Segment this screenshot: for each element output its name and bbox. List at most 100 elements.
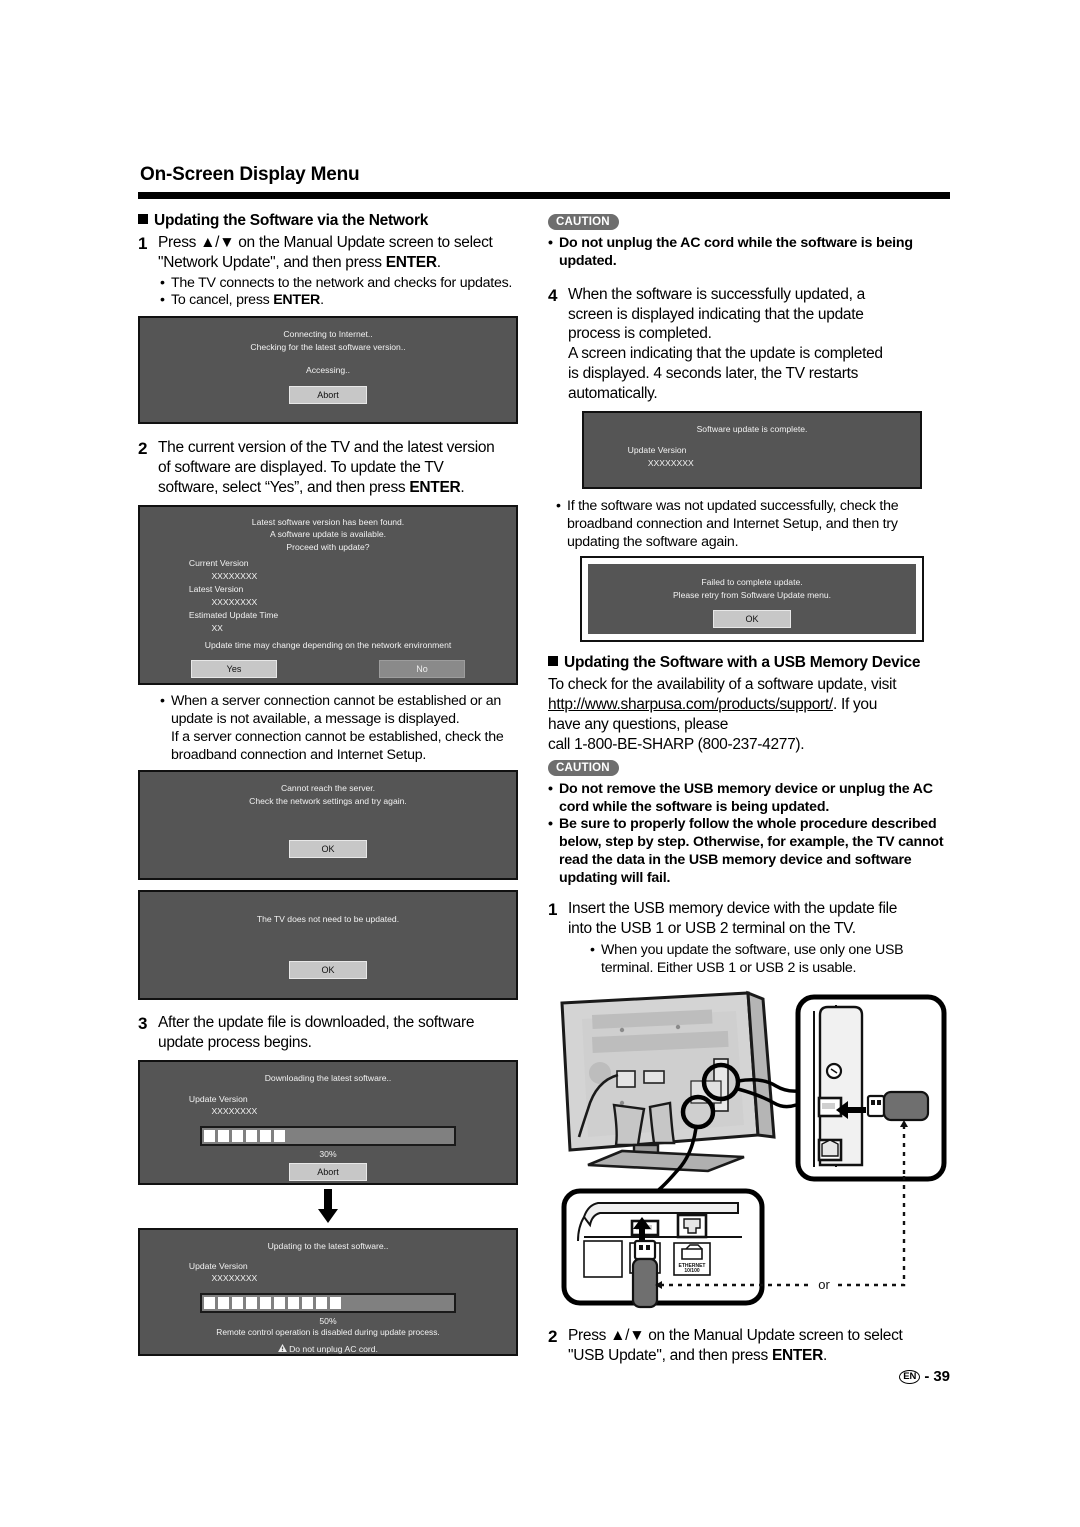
caution-text: Be sure to properly follow the whole pro… xyxy=(559,816,944,887)
update-percent-label: 50% xyxy=(319,1316,337,1327)
step-3-text: After the update file is downloaded, the… xyxy=(158,1013,474,1053)
square-bullet-icon xyxy=(548,656,558,667)
osd-downloading-line1: Downloading the latest software.. xyxy=(264,1073,392,1084)
step-1-text: Press ▲/▼ on the Manual Update screen to… xyxy=(158,233,493,273)
bullet-dot-icon: • xyxy=(556,497,561,514)
update-progress-bar xyxy=(200,1293,456,1314)
bullet-text: When a server connection cannot be estab… xyxy=(171,692,504,763)
step-2-line3-c: . xyxy=(460,479,465,496)
step-4: 4 When the software is successfully upda… xyxy=(548,285,950,404)
caution-badge: CAUTION xyxy=(548,759,619,776)
osd-connecting-line1: Connecting to Internet.. xyxy=(283,329,373,340)
page-number: 39 xyxy=(933,1368,950,1385)
step-1-line2-c: . xyxy=(436,253,441,271)
osd-label-estimated-time: Estimated Update Time xyxy=(188,609,279,620)
usb-step-1-bullets: • When you update the software, use only… xyxy=(590,942,950,978)
download-progress-bar xyxy=(200,1126,456,1147)
abort-button[interactable]: Abort xyxy=(289,1163,367,1182)
progress-block xyxy=(218,1297,230,1310)
osd-found-line2: A software update is available. xyxy=(269,529,387,540)
osd-updating-note: Remote control operation is disabled dur… xyxy=(216,1327,440,1338)
osd-dialog-update-complete: Software update is complete. Update Vers… xyxy=(582,410,922,489)
osd-no-update-line1: The TV does not need to be updated. xyxy=(256,914,400,925)
osd-updating-line1: Updating to the latest software.. xyxy=(267,1241,389,1252)
abort-button[interactable]: Abort xyxy=(289,385,367,404)
up-down-arrows-icon: ▲/▼ xyxy=(610,1327,645,1345)
list-item: • Be sure to properly follow the whole p… xyxy=(548,816,950,888)
step-1-line1-a: Press xyxy=(158,233,201,251)
osd-cannot-reach-line2: Check the network settings and try again… xyxy=(249,795,407,806)
enter-key-label: ENTER xyxy=(409,479,461,496)
page-footer: EN - 39 xyxy=(899,1368,950,1385)
failed-bullet: • If the software was not updated succes… xyxy=(556,498,950,552)
step-2-line2: of software are displayed. To update the… xyxy=(158,459,444,477)
osd-value-latest-version: XXXXXXXX xyxy=(211,596,258,607)
list-item: • Do not remove the USB memory device or… xyxy=(548,781,950,817)
usb-step-1: 1 Insert the USB memory device with the … xyxy=(548,899,950,939)
step-1-number: 1 xyxy=(138,233,148,253)
server-bullet: • When a server connection cannot be est… xyxy=(160,693,518,765)
support-url-link[interactable]: http://www.sharpusa.com/products/support… xyxy=(548,696,833,713)
step-3-number: 3 xyxy=(138,1014,148,1034)
bullet-dot-icon: • xyxy=(548,816,553,833)
osd-complete-line1: Software update is complete. xyxy=(696,423,808,434)
osd-value-update-version: XXXXXXXX xyxy=(211,1106,258,1117)
osd-connecting-line2: Checking for the latest software version… xyxy=(250,341,406,352)
ok-button[interactable]: OK xyxy=(713,610,791,629)
progress-block xyxy=(274,1297,286,1310)
right-column: CAUTION • Do not unplug the AC cord whil… xyxy=(548,212,950,1366)
osd-value-current-version: XXXXXXXX xyxy=(211,571,258,582)
warning-triangle-icon xyxy=(278,1344,288,1354)
step-2-line3-a: software, select “Yes”, and then press xyxy=(158,479,410,496)
enter-key-label: ENTER xyxy=(385,253,437,271)
step-2-line1: The current version of the TV and the la… xyxy=(158,439,495,457)
osd-found-line3: Proceed with update? xyxy=(286,541,370,552)
step-1-line2-a: "Network Update", and then press xyxy=(158,253,386,271)
progress-block xyxy=(260,1297,272,1310)
progress-block xyxy=(204,1130,216,1143)
ok-button[interactable]: OK xyxy=(289,840,367,859)
ok-button[interactable]: OK xyxy=(289,960,367,979)
progress-block xyxy=(316,1297,328,1310)
bullet-text: To cancel, press ENTER. xyxy=(171,292,324,309)
progress-block xyxy=(246,1130,258,1143)
manual-page: On-Screen Display Menu Updating the Soft… xyxy=(0,0,1080,1527)
usb-step-2-number: 2 xyxy=(548,1327,558,1347)
osd-failed-line2: Please retry from Software Update menu. xyxy=(672,589,832,600)
language-badge: EN xyxy=(899,1369,921,1384)
progress-block xyxy=(288,1297,300,1310)
caution-badge: CAUTION xyxy=(548,214,619,230)
bullet-dot-icon: • xyxy=(548,780,553,797)
enter-key-label: ENTER xyxy=(771,1347,823,1365)
step-2: 2 The current version of the TV and the … xyxy=(138,438,518,497)
progress-block xyxy=(232,1130,244,1143)
progress-block xyxy=(260,1130,272,1143)
list-item: • If the software was not updated succes… xyxy=(556,498,950,552)
osd-label-latest-version: Latest Version xyxy=(188,583,244,594)
caution-list-1: • Do not unplug the AC cord while the so… xyxy=(548,235,950,271)
no-button[interactable]: No xyxy=(379,659,465,678)
step-4-text: When the software is successfully update… xyxy=(568,285,883,402)
usb-step-1-text: Insert the USB memory device with the up… xyxy=(568,899,898,937)
bullet-dot-icon: • xyxy=(590,941,595,958)
step-1-line1-b: on the Manual Update screen to select xyxy=(234,233,493,251)
bullet-text: The TV connects to the network and check… xyxy=(171,274,513,291)
osd-dialog-update-failed: Failed to complete update. Please retry … xyxy=(580,556,924,643)
osd-updating-warning: Do not unplug AC cord. xyxy=(140,1344,516,1354)
usb-memory-device xyxy=(866,1091,930,1122)
list-item: • To cancel, press ENTER. xyxy=(160,292,518,310)
bullet-text: When you update the software, use only o… xyxy=(601,941,904,976)
osd-found-note: Update time may change depending on the … xyxy=(204,639,452,650)
yes-button[interactable]: Yes xyxy=(191,659,277,678)
osd-dialog-version-found: Latest software version has been found. … xyxy=(138,504,518,685)
rear-terminal-detail: ETHERNET 10/100 xyxy=(561,1188,765,1309)
osd-cannot-reach-line1: Cannot reach the server. xyxy=(280,783,376,794)
usb-memory-device-vertical xyxy=(631,1240,659,1309)
step-1: 1 Press ▲/▼ on the Manual Update screen … xyxy=(138,233,518,273)
usb-insertion-illustration: ETHERNET 10/100 or xyxy=(548,985,950,1320)
bullet-dot-icon: • xyxy=(160,292,165,309)
usb-step-1-number: 1 xyxy=(548,899,558,919)
bullet-text: If the software was not updated successf… xyxy=(567,497,899,550)
bullet-dot-icon: • xyxy=(160,274,165,291)
osd-dialog-downloading: Downloading the latest software.. Update… xyxy=(138,1060,518,1186)
